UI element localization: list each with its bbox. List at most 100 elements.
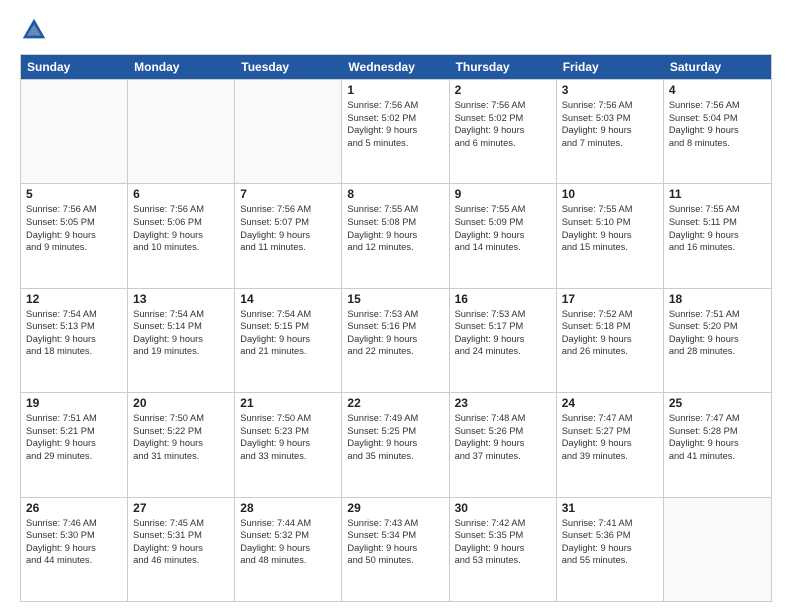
day-number-16: 16 bbox=[455, 292, 551, 306]
header-wednesday: Wednesday bbox=[342, 55, 449, 79]
cell-line: Sunrise: 7:56 AM bbox=[669, 99, 766, 112]
cal-cell-3-0: 19Sunrise: 7:51 AMSunset: 5:21 PMDayligh… bbox=[21, 393, 128, 496]
day-number-27: 27 bbox=[133, 501, 229, 515]
cell-line: Sunrise: 7:44 AM bbox=[240, 517, 336, 530]
cell-line: Sunset: 5:18 PM bbox=[562, 320, 658, 333]
cell-line: Daylight: 9 hours bbox=[669, 437, 766, 450]
day-number-17: 17 bbox=[562, 292, 658, 306]
cal-cell-1-3: 8Sunrise: 7:55 AMSunset: 5:08 PMDaylight… bbox=[342, 184, 449, 287]
cell-line: and 55 minutes. bbox=[562, 554, 658, 567]
header-tuesday: Tuesday bbox=[235, 55, 342, 79]
cell-line: Daylight: 9 hours bbox=[26, 333, 122, 346]
cell-line: and 39 minutes. bbox=[562, 450, 658, 463]
day-number-29: 29 bbox=[347, 501, 443, 515]
cell-line: Sunset: 5:31 PM bbox=[133, 529, 229, 542]
cell-line: Daylight: 9 hours bbox=[562, 437, 658, 450]
cal-cell-2-4: 16Sunrise: 7:53 AMSunset: 5:17 PMDayligh… bbox=[450, 289, 557, 392]
cell-line: Sunset: 5:36 PM bbox=[562, 529, 658, 542]
cal-cell-3-2: 21Sunrise: 7:50 AMSunset: 5:23 PMDayligh… bbox=[235, 393, 342, 496]
cell-line: Daylight: 9 hours bbox=[455, 437, 551, 450]
cell-line: and 26 minutes. bbox=[562, 345, 658, 358]
cell-line: and 33 minutes. bbox=[240, 450, 336, 463]
cell-line: Daylight: 9 hours bbox=[455, 124, 551, 137]
cal-cell-1-1: 6Sunrise: 7:56 AMSunset: 5:06 PMDaylight… bbox=[128, 184, 235, 287]
cell-line: Sunrise: 7:51 AM bbox=[669, 308, 766, 321]
cell-line: Sunset: 5:26 PM bbox=[455, 425, 551, 438]
cell-line: Sunset: 5:25 PM bbox=[347, 425, 443, 438]
cell-line: and 12 minutes. bbox=[347, 241, 443, 254]
cell-line: Daylight: 9 hours bbox=[562, 229, 658, 242]
cell-line: Sunrise: 7:53 AM bbox=[347, 308, 443, 321]
cell-line: and 28 minutes. bbox=[669, 345, 766, 358]
day-number-10: 10 bbox=[562, 187, 658, 201]
cell-line: Daylight: 9 hours bbox=[347, 333, 443, 346]
cell-line: Sunset: 5:14 PM bbox=[133, 320, 229, 333]
week-row-4: 19Sunrise: 7:51 AMSunset: 5:21 PMDayligh… bbox=[21, 392, 771, 496]
cell-line: Sunrise: 7:56 AM bbox=[455, 99, 551, 112]
cal-cell-2-0: 12Sunrise: 7:54 AMSunset: 5:13 PMDayligh… bbox=[21, 289, 128, 392]
week-row-2: 5Sunrise: 7:56 AMSunset: 5:05 PMDaylight… bbox=[21, 183, 771, 287]
cell-line: and 35 minutes. bbox=[347, 450, 443, 463]
day-number-26: 26 bbox=[26, 501, 122, 515]
day-number-9: 9 bbox=[455, 187, 551, 201]
cell-line: Daylight: 9 hours bbox=[133, 542, 229, 555]
cal-cell-4-5: 31Sunrise: 7:41 AMSunset: 5:36 PMDayligh… bbox=[557, 498, 664, 601]
day-number-11: 11 bbox=[669, 187, 766, 201]
cal-cell-4-4: 30Sunrise: 7:42 AMSunset: 5:35 PMDayligh… bbox=[450, 498, 557, 601]
cal-cell-3-3: 22Sunrise: 7:49 AMSunset: 5:25 PMDayligh… bbox=[342, 393, 449, 496]
cell-line: Daylight: 9 hours bbox=[26, 542, 122, 555]
cell-line: Sunrise: 7:55 AM bbox=[669, 203, 766, 216]
cell-line: Sunset: 5:02 PM bbox=[347, 112, 443, 125]
cell-line: Daylight: 9 hours bbox=[669, 229, 766, 242]
calendar: SundayMondayTuesdayWednesdayThursdayFrid… bbox=[20, 54, 772, 602]
day-number-4: 4 bbox=[669, 83, 766, 97]
day-number-13: 13 bbox=[133, 292, 229, 306]
cell-line: Sunrise: 7:55 AM bbox=[347, 203, 443, 216]
cell-line: and 19 minutes. bbox=[133, 345, 229, 358]
cell-line: and 31 minutes. bbox=[133, 450, 229, 463]
cell-line: Daylight: 9 hours bbox=[669, 333, 766, 346]
cell-line: and 50 minutes. bbox=[347, 554, 443, 567]
day-number-5: 5 bbox=[26, 187, 122, 201]
cell-line: Daylight: 9 hours bbox=[133, 333, 229, 346]
cell-line: Sunset: 5:02 PM bbox=[455, 112, 551, 125]
cell-line: Sunset: 5:10 PM bbox=[562, 216, 658, 229]
cell-line: Sunset: 5:21 PM bbox=[26, 425, 122, 438]
cell-line: Daylight: 9 hours bbox=[562, 124, 658, 137]
day-number-28: 28 bbox=[240, 501, 336, 515]
cell-line: and 41 minutes. bbox=[669, 450, 766, 463]
cal-cell-1-2: 7Sunrise: 7:56 AMSunset: 5:07 PMDaylight… bbox=[235, 184, 342, 287]
day-number-6: 6 bbox=[133, 187, 229, 201]
cell-line: and 18 minutes. bbox=[26, 345, 122, 358]
cell-line: and 53 minutes. bbox=[455, 554, 551, 567]
cell-line: Daylight: 9 hours bbox=[347, 229, 443, 242]
cell-line: Sunset: 5:06 PM bbox=[133, 216, 229, 229]
cal-cell-3-1: 20Sunrise: 7:50 AMSunset: 5:22 PMDayligh… bbox=[128, 393, 235, 496]
cell-line: Sunrise: 7:56 AM bbox=[26, 203, 122, 216]
cell-line: Sunrise: 7:47 AM bbox=[562, 412, 658, 425]
cell-line: Sunset: 5:16 PM bbox=[347, 320, 443, 333]
day-number-23: 23 bbox=[455, 396, 551, 410]
cell-line: Sunrise: 7:55 AM bbox=[562, 203, 658, 216]
cell-line: Sunrise: 7:54 AM bbox=[240, 308, 336, 321]
cal-cell-2-3: 15Sunrise: 7:53 AMSunset: 5:16 PMDayligh… bbox=[342, 289, 449, 392]
cell-line: Daylight: 9 hours bbox=[240, 229, 336, 242]
cell-line: Sunrise: 7:56 AM bbox=[562, 99, 658, 112]
cell-line: Sunset: 5:08 PM bbox=[347, 216, 443, 229]
cal-cell-0-6: 4Sunrise: 7:56 AMSunset: 5:04 PMDaylight… bbox=[664, 80, 771, 183]
cal-cell-0-4: 2Sunrise: 7:56 AMSunset: 5:02 PMDaylight… bbox=[450, 80, 557, 183]
header bbox=[20, 16, 772, 44]
cell-line: and 11 minutes. bbox=[240, 241, 336, 254]
week-row-3: 12Sunrise: 7:54 AMSunset: 5:13 PMDayligh… bbox=[21, 288, 771, 392]
cal-cell-3-5: 24Sunrise: 7:47 AMSunset: 5:27 PMDayligh… bbox=[557, 393, 664, 496]
cell-line: Sunrise: 7:41 AM bbox=[562, 517, 658, 530]
cell-line: Daylight: 9 hours bbox=[455, 542, 551, 555]
cal-cell-0-2 bbox=[235, 80, 342, 183]
cell-line: and 21 minutes. bbox=[240, 345, 336, 358]
cell-line: and 44 minutes. bbox=[26, 554, 122, 567]
cell-line: Sunrise: 7:56 AM bbox=[347, 99, 443, 112]
cell-line: Daylight: 9 hours bbox=[240, 542, 336, 555]
cell-line: Daylight: 9 hours bbox=[455, 229, 551, 242]
cell-line: and 16 minutes. bbox=[669, 241, 766, 254]
cal-cell-0-0 bbox=[21, 80, 128, 183]
